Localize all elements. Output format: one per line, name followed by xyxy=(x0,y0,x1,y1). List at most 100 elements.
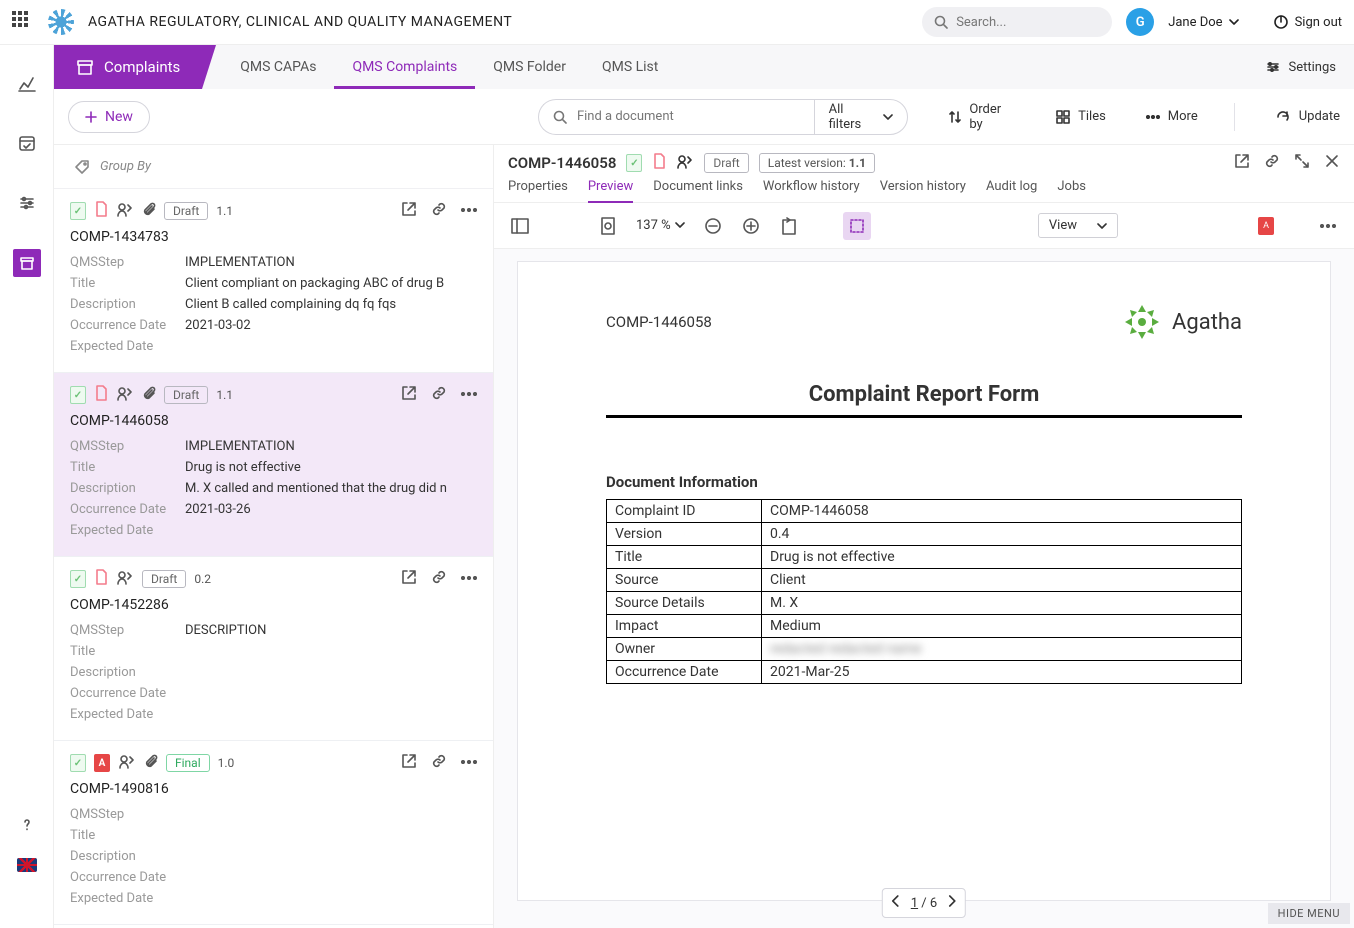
zoom-out-button[interactable] xyxy=(699,212,727,240)
field-value: 2021-03-26 xyxy=(185,502,477,517)
link-icon[interactable] xyxy=(431,753,447,773)
link-icon[interactable] xyxy=(431,201,447,221)
field-value: M. X called and mentioned that the drug … xyxy=(185,481,477,496)
expand-icon[interactable] xyxy=(1294,153,1310,173)
more-preview-button[interactable] xyxy=(1314,212,1342,240)
field-value xyxy=(185,828,477,843)
list-item[interactable]: ✓Draft0.2COMP-1452286QMSStepDESCRIPTIONT… xyxy=(54,557,493,741)
tab-qms-list[interactable]: QMS List xyxy=(584,45,676,89)
search-icon xyxy=(553,110,567,124)
brand-logo-icon xyxy=(1122,302,1162,342)
field-label: Title xyxy=(70,276,185,291)
more-button[interactable]: More xyxy=(1146,109,1198,124)
rail-complaints[interactable] xyxy=(13,249,41,277)
field-value: Client B called complaining dq fq fqs xyxy=(185,297,477,312)
field-label: Title xyxy=(70,644,185,659)
apps-icon[interactable] xyxy=(12,11,34,33)
attachment-icon xyxy=(144,753,158,773)
find-document-input[interactable]: Find a document xyxy=(538,99,814,135)
detail-tab-version-history[interactable]: Version history xyxy=(880,179,966,202)
link-icon[interactable] xyxy=(431,569,447,589)
open-external-icon[interactable] xyxy=(401,753,417,773)
open-external-icon[interactable] xyxy=(1234,153,1250,173)
detail-tab-workflow-history[interactable]: Workflow history xyxy=(763,179,860,202)
more-icon[interactable] xyxy=(461,569,477,589)
detail-tab-jobs[interactable]: Jobs xyxy=(1057,179,1086,202)
field-value xyxy=(185,849,477,864)
field-label: Description xyxy=(70,849,185,864)
close-icon[interactable] xyxy=(1324,153,1340,173)
info-label: Impact xyxy=(607,615,762,638)
detail-tab-properties[interactable]: Properties xyxy=(508,179,568,202)
report-title: Complaint Report Form xyxy=(606,382,1242,407)
field-value xyxy=(185,523,477,538)
document-info-table: Complaint IDCOMP-1446058Version0.4TitleD… xyxy=(606,499,1242,684)
document-canvas[interactable]: COMP-1446058 xyxy=(494,249,1354,928)
field-value xyxy=(185,665,477,680)
status-chip: Draft xyxy=(164,386,208,404)
tiles-button[interactable]: Tiles xyxy=(1056,109,1106,124)
info-value: Drug is not effective xyxy=(762,546,1242,569)
field-value: 2021-03-02 xyxy=(185,318,477,333)
field-value: Drug is not effective xyxy=(185,460,477,475)
update-button[interactable]: Update xyxy=(1275,109,1340,125)
link-icon[interactable] xyxy=(431,385,447,405)
sliders-icon xyxy=(18,194,36,212)
more-icon[interactable] xyxy=(461,385,477,405)
card-id: COMP-1434783 xyxy=(70,229,477,245)
settings-button[interactable]: Settings xyxy=(1247,59,1354,75)
pdf-download-button[interactable]: A xyxy=(1258,217,1274,235)
detail-tab-document-links[interactable]: Document links xyxy=(653,179,743,202)
signout-button[interactable]: Sign out xyxy=(1273,14,1342,30)
list-item[interactable]: ✓Draft1.1COMP-1446058QMSStepIMPLEMENTATI… xyxy=(54,373,493,557)
pager: 1 / 6 xyxy=(882,888,966,918)
tab-qms-capas[interactable]: QMS CAPAs xyxy=(222,45,334,89)
zoom-in-button[interactable] xyxy=(737,212,765,240)
info-value: 2021-Mar-25 xyxy=(762,661,1242,684)
username[interactable]: Jane Doe xyxy=(1168,15,1238,30)
info-label: Source Details xyxy=(607,592,762,615)
open-external-icon[interactable] xyxy=(401,201,417,221)
tab-qms-folder[interactable]: QMS Folder xyxy=(475,45,584,89)
field-label: Occurrence Date xyxy=(70,686,185,701)
view-mode-select[interactable]: View xyxy=(1038,213,1118,238)
pager-prev[interactable] xyxy=(891,895,901,911)
info-value: Client xyxy=(762,569,1242,592)
detail-tab-audit-log[interactable]: Audit log xyxy=(986,179,1037,202)
rail-analytics[interactable] xyxy=(13,69,41,97)
rotate-button[interactable] xyxy=(775,212,803,240)
hide-menu-button[interactable]: HIDE MENU xyxy=(1268,903,1350,924)
sort-icon xyxy=(948,110,962,124)
zoom-select[interactable]: 137 % xyxy=(632,216,689,236)
detail-tab-preview[interactable]: Preview xyxy=(588,179,633,202)
select-tool-button[interactable] xyxy=(843,212,871,240)
tab-main-complaints[interactable]: Complaints xyxy=(54,45,202,89)
rail-calendar[interactable] xyxy=(13,129,41,157)
language-flag-uk[interactable] xyxy=(17,858,37,872)
rail-filters[interactable] xyxy=(13,189,41,217)
open-external-icon[interactable] xyxy=(401,385,417,405)
info-label: Title xyxy=(607,546,762,569)
clipboard-icon: ✓ xyxy=(70,202,86,220)
list-item[interactable]: ✓AFinal1.0COMP-1490816QMSStepTitleDescri… xyxy=(54,741,493,925)
link-icon[interactable] xyxy=(1264,153,1280,173)
new-button[interactable]: New xyxy=(68,101,150,133)
sidebar-toggle-button[interactable] xyxy=(506,212,534,240)
share-user-icon xyxy=(116,201,134,221)
open-external-icon[interactable] xyxy=(401,569,417,589)
more-icon[interactable] xyxy=(461,201,477,221)
field-label: Expected Date xyxy=(70,523,185,538)
list-item[interactable]: ✓Draft1.1COMP-1434783QMSStepIMPLEMENTATI… xyxy=(54,189,493,373)
avatar[interactable]: G xyxy=(1126,8,1154,36)
pager-next[interactable] xyxy=(947,895,957,911)
field-value: IMPLEMENTATION xyxy=(185,439,477,454)
page-fit-button[interactable] xyxy=(594,212,622,240)
all-filters-button[interactable]: All filters xyxy=(814,99,908,135)
tab-qms-complaints[interactable]: QMS Complaints xyxy=(334,45,475,89)
order-by-button[interactable]: Order by xyxy=(948,102,1016,132)
global-search[interactable]: Search... xyxy=(922,7,1112,37)
field-label: Occurrence Date xyxy=(70,870,185,885)
group-by[interactable]: Group By xyxy=(54,145,493,189)
more-icon[interactable] xyxy=(461,753,477,773)
rail-help[interactable] xyxy=(13,810,41,838)
